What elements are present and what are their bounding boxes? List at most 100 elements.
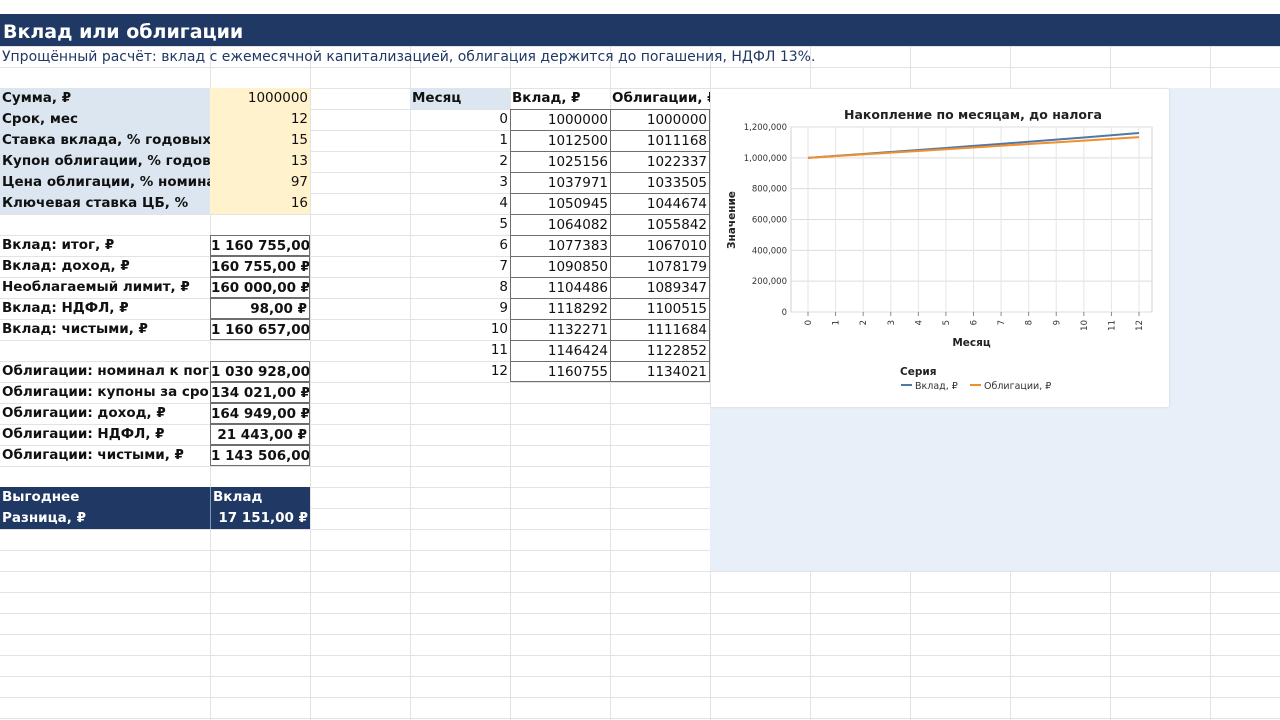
table-cell[interactable]: 1134021 [610, 361, 710, 382]
table-cell[interactable]: 1111684 [610, 319, 710, 340]
table-cell[interactable]: 7 [410, 256, 510, 277]
chart-card[interactable]: Накопление по месяцам, до налога 0 200,000… [711, 89, 1169, 407]
table-header[interactable]: Месяц [410, 88, 510, 109]
bond-result-value[interactable]: 134 021,00 ₽ [210, 382, 310, 403]
table-cell[interactable]: 10 [410, 319, 510, 340]
input-value[interactable]: 1000000 [210, 88, 310, 109]
table-cell[interactable]: 0 [410, 109, 510, 130]
summary-value[interactable]: Вклад [210, 487, 310, 508]
legend-label-1: Облигации, ₽ [984, 381, 1051, 392]
input-label[interactable]: Ключевая ставка ЦБ, % [0, 193, 210, 214]
deposit-result-label[interactable]: Вклад: чистыми, ₽ [0, 319, 210, 340]
table-cell[interactable]: 5 [410, 214, 510, 235]
table-cell[interactable]: 1064082 [510, 214, 610, 235]
x-tick-label: 11 [1107, 320, 1117, 331]
bond-result-value[interactable]: 1 030 928,00 ₽ [210, 361, 310, 382]
table-cell[interactable]: 12 [410, 361, 510, 382]
x-tick-label: 9 [1052, 320, 1062, 325]
sheet-subtitle: Упрощённый расчёт: вклад с ежемесячной к… [2, 49, 816, 65]
table-cell[interactable]: 4 [410, 193, 510, 214]
input-label[interactable]: Срок, мес [0, 109, 210, 130]
table-cell[interactable]: 1 [410, 130, 510, 151]
bond-result-label[interactable]: Облигации: номинал к пога [0, 361, 210, 382]
table-cell[interactable]: 1055842 [610, 214, 710, 235]
table-cell[interactable]: 1122852 [610, 340, 710, 361]
table-cell[interactable]: 1104486 [510, 277, 610, 298]
table-cell[interactable]: 9 [410, 298, 510, 319]
deposit-result-value[interactable]: 1 160 755,00 ₽ [210, 235, 310, 256]
table-header[interactable]: Облигации, ₽ [610, 88, 710, 109]
y-tick-label: 1,200,000 [744, 123, 787, 133]
deposit-result-label[interactable]: Вклад: итог, ₽ [0, 235, 210, 256]
table-cell[interactable]: 1118292 [510, 298, 610, 319]
sheet-title: Вклад или облигации [0, 14, 1280, 46]
table-cell[interactable]: 1012500 [510, 130, 610, 151]
table-cell[interactable]: 1146424 [510, 340, 610, 361]
table-cell[interactable]: 3 [410, 172, 510, 193]
table-cell[interactable]: 8 [410, 277, 510, 298]
input-label[interactable]: Сумма, ₽ [0, 88, 210, 109]
legend-title: Серия [900, 366, 936, 378]
summary-value[interactable]: 17 151,00 ₽ [210, 508, 310, 529]
deposit-result-label[interactable]: Вклад: НДФЛ, ₽ [0, 298, 210, 319]
line-chart: Накопление по месяцам, до налога 0 200,000… [726, 107, 1153, 392]
y-tick-label: 200,000 [752, 277, 787, 287]
table-cell[interactable]: 1044674 [610, 193, 710, 214]
bond-result-value[interactable]: 21 443,00 ₽ [210, 424, 310, 445]
input-label[interactable]: Ставка вклада, % годовых [0, 130, 210, 151]
table-cell[interactable]: 1067010 [610, 235, 710, 256]
deposit-result-value[interactable]: 160 755,00 ₽ [210, 256, 310, 277]
table-cell[interactable]: 1089347 [610, 277, 710, 298]
x-tick-label: 5 [942, 320, 952, 325]
deposit-result-label[interactable]: Вклад: доход, ₽ [0, 256, 210, 277]
input-value[interactable]: 16 [210, 193, 310, 214]
deposit-result-label[interactable]: Необлагаемый лимит, ₽ [0, 277, 210, 298]
table-cell[interactable]: 1132271 [510, 319, 610, 340]
y-tick-label: 0 [782, 308, 787, 318]
table-cell[interactable]: 1077383 [510, 235, 610, 256]
input-value[interactable]: 97 [210, 172, 310, 193]
table-cell[interactable]: 1033505 [610, 172, 710, 193]
y-tick-label: 1,000,000 [744, 154, 787, 164]
table-cell[interactable]: 1000000 [510, 109, 610, 130]
chart-title: Накопление по месяцам, до налога [844, 107, 1102, 122]
input-value[interactable]: 13 [210, 151, 310, 172]
bond-result-label[interactable]: Облигации: доход, ₽ [0, 403, 210, 424]
x-tick-label: 3 [887, 320, 897, 325]
input-label[interactable]: Купон облигации, % годовы [0, 151, 210, 172]
table-header[interactable]: Вклад, ₽ [510, 88, 610, 109]
bond-result-label[interactable]: Облигации: купоны за срок, [0, 382, 210, 403]
deposit-result-value[interactable]: 98,00 ₽ [210, 298, 310, 319]
x-tick-label: 2 [859, 320, 869, 325]
summary-label[interactable]: Выгоднее [0, 487, 210, 508]
x-tick-label: 0 [804, 320, 814, 325]
table-cell[interactable]: 1011168 [610, 130, 710, 151]
bond-result-label[interactable]: Облигации: НДФЛ, ₽ [0, 424, 210, 445]
table-cell[interactable]: 2 [410, 151, 510, 172]
table-cell[interactable]: 6 [410, 235, 510, 256]
input-label[interactable]: Цена облигации, % номина [0, 172, 210, 193]
table-cell[interactable]: 11 [410, 340, 510, 361]
deposit-result-value[interactable]: 160 000,00 ₽ [210, 277, 310, 298]
deposit-result-value[interactable]: 1 160 657,00 ₽ [210, 319, 310, 340]
x-tick-label: 7 [997, 320, 1007, 325]
y-axis-label: Значение [726, 191, 738, 249]
table-cell[interactable]: 1025156 [510, 151, 610, 172]
bond-result-label[interactable]: Облигации: чистыми, ₽ [0, 445, 210, 466]
x-tick-label: 8 [1025, 320, 1035, 325]
table-cell[interactable]: 1037971 [510, 172, 610, 193]
y-tick-label: 400,000 [752, 246, 787, 256]
y-tick-label: 600,000 [752, 216, 787, 226]
bond-result-value[interactable]: 164 949,00 ₽ [210, 403, 310, 424]
table-cell[interactable]: 1100515 [610, 298, 710, 319]
summary-label[interactable]: Разница, ₽ [0, 508, 210, 529]
input-value[interactable]: 15 [210, 130, 310, 151]
table-cell[interactable]: 1160755 [510, 361, 610, 382]
table-cell[interactable]: 1000000 [610, 109, 710, 130]
input-value[interactable]: 12 [210, 109, 310, 130]
table-cell[interactable]: 1078179 [610, 256, 710, 277]
table-cell[interactable]: 1090850 [510, 256, 610, 277]
table-cell[interactable]: 1022337 [610, 151, 710, 172]
bond-result-value[interactable]: 1 143 506,00 ₽ [210, 445, 310, 466]
table-cell[interactable]: 1050945 [510, 193, 610, 214]
